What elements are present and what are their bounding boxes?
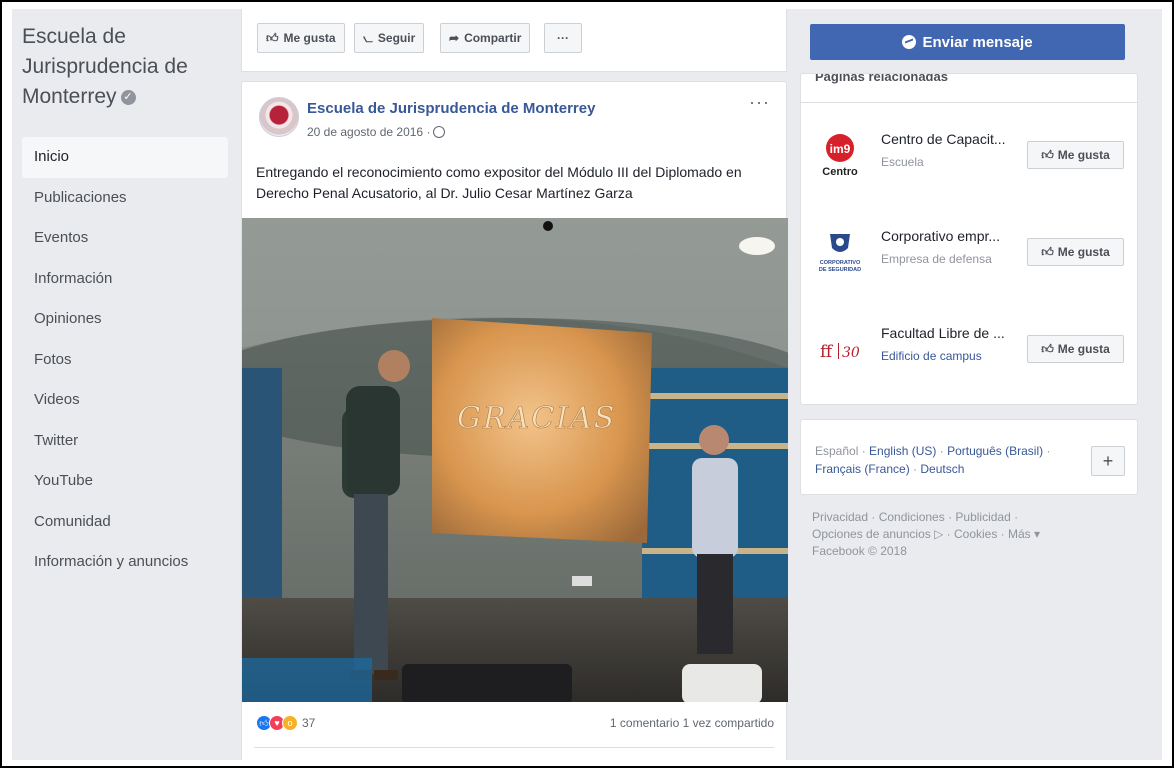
- related-page-logo[interactable]: ff 30: [818, 325, 864, 375]
- related-like-button[interactable]: 👍︎ Me gusta: [1027, 141, 1124, 169]
- related-pages-title: Páginas relacionadas: [815, 73, 948, 84]
- page-action-bar: 👍︎ Me gusta ⦦ Seguir ➦ Compartir ···: [241, 9, 787, 72]
- related-page-item: CORPORATIVO DE SEGURIDAD Corporativo emp…: [801, 206, 1137, 296]
- nav-item-comunidad[interactable]: Comunidad: [22, 502, 228, 543]
- related-page-name[interactable]: Facultad Libre de ...: [881, 325, 1021, 341]
- related-page-name[interactable]: Centro de Capacit...: [881, 131, 1021, 147]
- post-stats: 1 comentario 1 vez compartido: [610, 716, 774, 730]
- nav-item-eventos[interactable]: Eventos: [22, 218, 228, 259]
- nav-item-fotos[interactable]: Fotos: [22, 340, 228, 381]
- reaction-count[interactable]: 37: [302, 716, 315, 730]
- related-like-button[interactable]: 👍︎ Me gusta: [1027, 335, 1124, 363]
- rss-icon: ⦦: [363, 31, 373, 45]
- author-avatar[interactable]: [259, 97, 299, 137]
- like-label: Me gusta: [1057, 342, 1110, 356]
- wow-reaction-icon: o: [282, 715, 298, 731]
- related-page-logo[interactable]: CORPORATIVO DE SEGURIDAD: [818, 228, 864, 278]
- nav-item-opiniones[interactable]: Opiniones: [22, 299, 228, 340]
- thumbs-up-icon: 👍︎: [1041, 244, 1054, 259]
- svg-text:30: 30: [842, 345, 860, 361]
- post-author[interactable]: Escuela de Jurisprudencia de Monterrey: [307, 100, 595, 117]
- more-label: ···: [557, 31, 569, 45]
- globe-icon: [433, 126, 446, 138]
- photo-scene: GRACIAS: [242, 218, 788, 702]
- nav-item-twitter[interactable]: Twitter: [22, 421, 228, 462]
- footer-line[interactable]: Opciones de anuncios ▷ · Cookies · Más ▾: [812, 526, 1132, 543]
- like-label: Me gusta: [1057, 148, 1110, 162]
- messenger-icon: [902, 35, 917, 49]
- post-card: Escuela de Jurisprudencia de Monterrey 2…: [241, 81, 788, 760]
- nav-item-videos[interactable]: Videos: [22, 380, 228, 421]
- lang-english-link[interactable]: English (US): [869, 444, 936, 458]
- more-actions-button[interactable]: ···: [544, 23, 582, 53]
- page-nav: Inicio Publicaciones Eventos Información…: [22, 137, 228, 583]
- like-page-button[interactable]: 👍︎ Me gusta: [257, 23, 345, 53]
- send-message-button[interactable]: Enviar mensaje: [810, 24, 1125, 60]
- page-title-text[interactable]: Escuela de Jurisprudencia de Monterrey: [22, 25, 188, 108]
- share-arrow-icon: ➦: [449, 31, 460, 45]
- post-date[interactable]: 20 de agosto de 2016 ·: [307, 125, 446, 139]
- comments-count[interactable]: 1 comentario: [610, 716, 679, 730]
- follow-button[interactable]: ⦦ Seguir: [354, 23, 425, 53]
- svg-text:DE SEGURIDAD: DE SEGURIDAD: [819, 267, 861, 273]
- thumbs-up-icon: 👍︎: [1041, 341, 1054, 356]
- divider: [801, 102, 1137, 103]
- related-page-item: im9 Centro Centro de Capacit... Escuela …: [801, 109, 1137, 199]
- lang-current: Español ·: [815, 444, 866, 458]
- lang-portuguese-link[interactable]: Português (Brasil): [947, 444, 1043, 458]
- svg-text:CORPORATIVO: CORPORATIVO: [820, 260, 861, 266]
- svg-text:ff: ff: [820, 342, 834, 362]
- lang-german-link[interactable]: Deutsch: [920, 462, 964, 476]
- footer-links: Privacidad · Condiciones · Publicidad · …: [812, 509, 1132, 560]
- svg-text:Centro: Centro: [822, 166, 858, 178]
- language-selector-card: Español · English (US) · Português (Bras…: [800, 419, 1138, 495]
- shares-count[interactable]: 1 vez compartido: [683, 716, 774, 730]
- more-languages-button[interactable]: +: [1091, 446, 1125, 476]
- related-page-category: Escuela: [881, 155, 924, 169]
- nav-item-informacion-anuncios[interactable]: Información y anuncios: [22, 542, 228, 583]
- share-button[interactable]: ➦ Compartir: [440, 23, 531, 53]
- lang-separator: ·: [936, 444, 948, 458]
- divider: [254, 747, 774, 748]
- related-page-logo[interactable]: im9 Centro: [818, 131, 864, 181]
- lang-separator: ·: [1043, 444, 1051, 458]
- lang-separator: ·: [909, 462, 921, 476]
- related-like-button[interactable]: 👍︎ Me gusta: [1027, 238, 1124, 266]
- footer-line[interactable]: Privacidad · Condiciones · Publicidad ·: [812, 509, 1132, 526]
- reactions-summary[interactable]: 👍︎ ♥ o 37: [256, 715, 315, 731]
- post-photo[interactable]: GRACIAS: [242, 218, 788, 702]
- thumbs-up-icon: 👍︎: [1041, 147, 1054, 162]
- send-message-label: Enviar mensaje: [922, 33, 1033, 51]
- share-label: Compartir: [464, 31, 522, 45]
- post-text: Entregando el reconocimiento como exposi…: [256, 164, 742, 201]
- follow-label: Seguir: [377, 31, 416, 45]
- copyright: Facebook © 2018: [812, 544, 907, 558]
- language-list: Español · English (US) · Português (Bras…: [815, 442, 1075, 478]
- nav-item-youtube[interactable]: YouTube: [22, 461, 228, 502]
- related-page-category: Empresa de defensa: [881, 252, 992, 266]
- related-page-item: ff 30 Facultad Libre de ... Edificio de …: [801, 303, 1137, 393]
- lang-french-link[interactable]: Français (France): [815, 462, 910, 476]
- facebook-page: Escuela de Jurisprudencia de Monterrey ✓ …: [12, 9, 1162, 760]
- svg-text:im9: im9: [830, 142, 851, 156]
- related-page-name[interactable]: Corporativo empr...: [881, 228, 1021, 244]
- like-label: Me gusta: [283, 31, 336, 45]
- like-label: Me gusta: [1057, 245, 1110, 259]
- post-options-button[interactable]: ···: [749, 92, 770, 113]
- slide-text: GRACIAS: [457, 401, 616, 436]
- related-page-category[interactable]: Edificio de campus: [881, 349, 982, 363]
- thumbs-up-icon: 👍︎: [266, 31, 279, 45]
- left-sidebar: Escuela de Jurisprudencia de Monterrey ✓ …: [12, 9, 230, 760]
- top-border: [0, 0, 1174, 2]
- related-pages-card: Páginas relacionadas im9 Centro Centro d…: [800, 73, 1138, 405]
- page-title[interactable]: Escuela de Jurisprudencia de Monterrey ✓: [22, 22, 222, 112]
- nav-item-informacion[interactable]: Información: [22, 259, 228, 300]
- verified-icon: ✓: [120, 89, 136, 105]
- nav-item-publicaciones[interactable]: Publicaciones: [22, 178, 228, 219]
- post-date-text[interactable]: 20 de agosto de 2016 ·: [307, 125, 430, 139]
- nav-item-inicio[interactable]: Inicio: [22, 137, 228, 178]
